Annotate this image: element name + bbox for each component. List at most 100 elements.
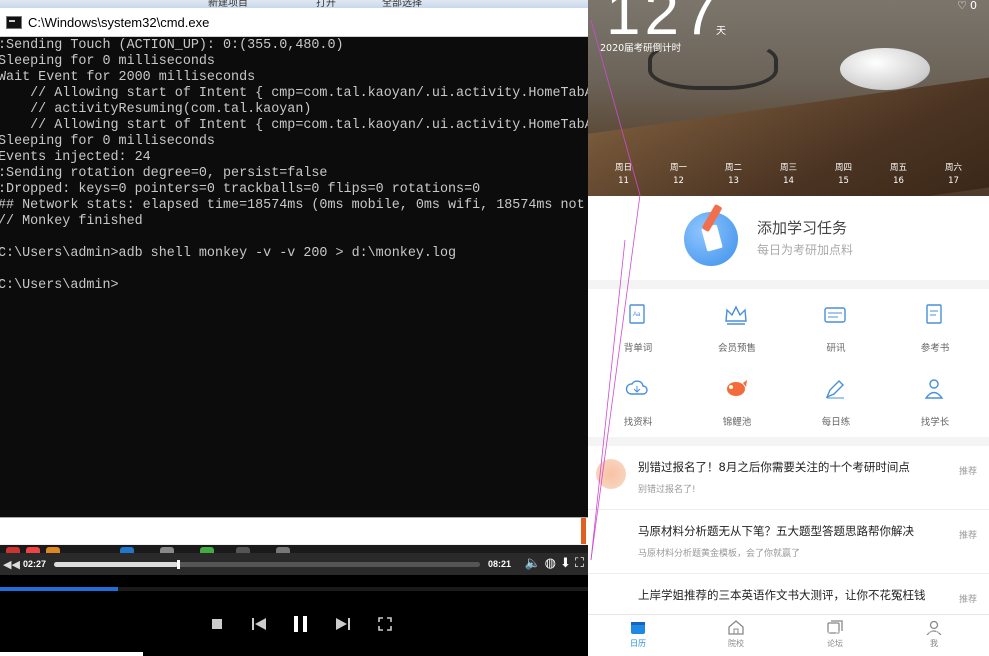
vocabulary-icon: Aa (624, 303, 650, 327)
book-icon (921, 303, 947, 327)
feature-label: 锦鲤池 (722, 417, 752, 428)
cmd-title: C:\Windows\system32\cmd.exe (28, 14, 210, 30)
week-day-date: 17 (948, 176, 959, 186)
pen-icon (822, 377, 848, 401)
feature-senior[interactable]: 找学长 (885, 363, 985, 437)
new-project-button[interactable]: 新建项目 (208, 0, 248, 8)
bottom-white-strip (0, 652, 143, 656)
week-day[interactable]: 周六 17 (934, 162, 974, 188)
task-title: 添加学习任务 (757, 219, 848, 237)
news-subtitle: 马原材料分析题黄金模板，会了你就赢了 (638, 549, 801, 559)
hero-banner: 127 天 2020届考研倒计时 ♡ 0 周日 11 周一 12 周二 13 周三 14 周四 1… (588, 0, 989, 196)
week-day-name: 周二 (724, 163, 742, 173)
tab-profile[interactable]: 我 (904, 619, 964, 649)
elapsed-time: 02:27 (23, 559, 47, 569)
add-task-card[interactable]: 添加学习任务 每日为考研加点料 (588, 196, 989, 280)
phone-app: 127 天 2020届考研倒计时 ♡ 0 周日 11 周一 12 周二 13 周三 14 周四 1… (588, 0, 989, 656)
stop-button[interactable] (206, 613, 228, 635)
feature-grid: Aa 背单词 会员预售 研讯 参考书找资料 锦鲤池 每日练 找学长 (588, 289, 989, 437)
week-day[interactable]: 周一 12 (659, 162, 699, 188)
week-day-date: 12 (673, 176, 684, 186)
download-icon[interactable]: ⬇ (560, 556, 571, 571)
feature-crown[interactable]: 会员预售 (687, 289, 787, 363)
expand-icon (378, 617, 392, 631)
koi-icon (723, 377, 749, 401)
week-day-date: 15 (838, 176, 849, 186)
next-icon (336, 618, 350, 630)
news-list: 别错过报名了！8月之后你需要关注的十个考研时间点 别错过报名了! 推荐 马原材料分析题… (588, 446, 989, 638)
next-button[interactable] (332, 613, 354, 635)
player-extra-controls: 🔈 ◍ ⬇ ⛶ (524, 556, 584, 571)
tab-label: 我 (930, 639, 938, 648)
senior-icon (921, 377, 947, 401)
speed-icon[interactable]: ◍ (545, 556, 556, 571)
news-subtitle: 别错过报名了! (638, 485, 696, 495)
week-day-date: 14 (783, 176, 794, 186)
stop-icon (212, 619, 222, 629)
feature-cloud-download[interactable]: 找资料 (588, 363, 688, 437)
week-day-date: 11 (618, 176, 629, 186)
calendar-icon (631, 622, 645, 634)
news-item[interactable]: 马原材料分析题无从下笔？五大题型答题思路帮你解决马原材料分析题黄金模板，会了你就… (588, 510, 989, 574)
tab-label: 日历 (630, 639, 646, 648)
volume-icon[interactable]: 🔈 (524, 556, 540, 571)
week-day-name: 周日 (614, 163, 632, 173)
week-day[interactable]: 周二 13 (714, 162, 754, 188)
open-button[interactable]: 打开 (316, 0, 336, 8)
tab-school[interactable]: 院校 (706, 619, 766, 649)
news-avatar (596, 459, 626, 489)
like-counter[interactable]: ♡ 0 (957, 0, 977, 12)
feature-pen[interactable]: 每日练 (786, 363, 886, 437)
week-day[interactable]: 周日 11 (604, 162, 644, 188)
select-all-button[interactable]: 全部选择 (382, 0, 422, 8)
feature-book[interactable]: 参考书 (885, 289, 985, 363)
previous-button[interactable] (248, 613, 270, 635)
profile-icon (926, 620, 942, 635)
week-day-name: 周一 (669, 163, 687, 173)
feature-news[interactable]: 研讯 (786, 289, 886, 363)
cmd-titlebar[interactable]: C:\Windows\system32\cmd.exe (0, 8, 588, 37)
feature-label: 找学长 (920, 417, 950, 428)
feature-koi[interactable]: 锦鲤池 (687, 363, 787, 437)
task-subtitle: 每日为考研加点料 (757, 243, 854, 257)
countdown-unit: 天 (716, 26, 726, 37)
rewind-icon[interactable]: ◀◀ (3, 558, 23, 571)
tab-calendar[interactable]: 日历 (608, 619, 668, 649)
week-day-name: 周六 (944, 163, 962, 173)
tab-label: 院校 (728, 639, 744, 648)
news-tag: 推荐 (958, 467, 977, 477)
week-day[interactable]: 周四 15 (824, 162, 864, 188)
week-day[interactable]: 周五 16 (879, 162, 919, 188)
week-day-date: 16 (893, 176, 904, 186)
fullscreen-button[interactable] (374, 613, 396, 635)
strip-white (0, 518, 588, 544)
bottom-tab-bar: 日历 院校 论坛 我 (588, 614, 989, 656)
heart-icon: ♡ (957, 0, 967, 12)
crown-icon (723, 303, 749, 327)
feature-label: 每日练 (821, 417, 851, 428)
feature-label: 参考书 (920, 343, 950, 354)
news-item[interactable]: 别错过报名了！8月之后你需要关注的十个考研时间点 别错过报名了! 推荐 (588, 446, 989, 510)
tab-forum[interactable]: 论坛 (805, 619, 865, 649)
week-day[interactable]: 周三 14 (769, 162, 809, 188)
strip-orange (581, 518, 586, 544)
feature-label: 背单词 (623, 343, 653, 354)
mouse-photo (840, 48, 930, 90)
pause-icon (294, 616, 307, 632)
school-icon (728, 620, 744, 635)
like-count: 0 (970, 0, 977, 12)
pause-button[interactable] (290, 613, 312, 635)
news-tag: 推荐 (958, 531, 977, 541)
console-output[interactable]: :Sending Touch (ACTION_UP): 0:(355.0,480… (0, 37, 588, 517)
screen: 新建项目 打开 全部选择 C:\Windows\system32\cmd.exe… (0, 0, 989, 656)
news-tag: 推荐 (958, 595, 977, 605)
fullscreen-small-icon[interactable]: ⛶ (575, 556, 584, 571)
transport-controls (206, 613, 396, 635)
seek-bar[interactable] (54, 559, 481, 569)
feature-vocabulary[interactable]: Aa 背单词 (588, 289, 688, 363)
countdown-label: 2020届考研倒计时 (600, 43, 682, 54)
feature-label: 研讯 (826, 343, 846, 354)
news-title: 马原材料分析题无从下笔？五大题型答题思路帮你解决 (638, 524, 914, 538)
forum-icon (827, 620, 843, 634)
seek-handle[interactable] (176, 559, 180, 569)
